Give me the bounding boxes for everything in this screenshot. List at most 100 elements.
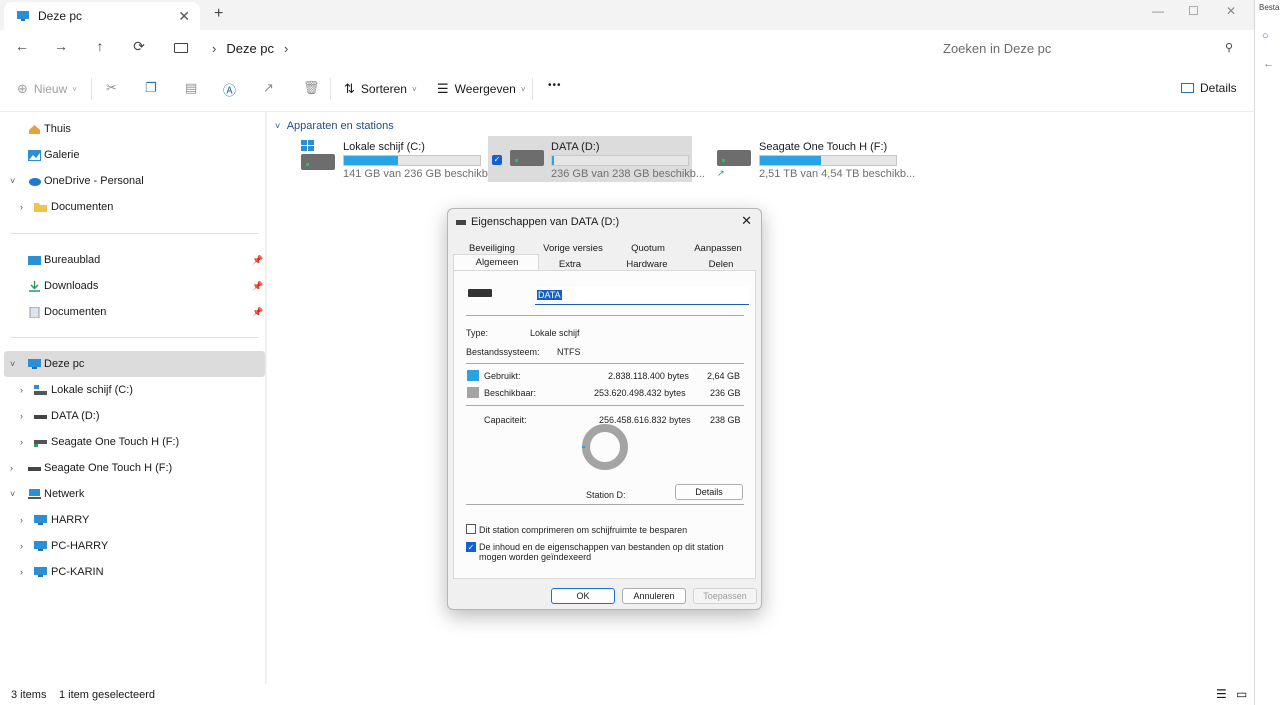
sidebar-item-label: Documenten <box>44 306 107 318</box>
chevron-down-icon[interactable]: ˅ <box>10 176 15 186</box>
divider <box>466 405 744 406</box>
index-checkbox[interactable]: ✓ <box>466 542 476 552</box>
pin-icon[interactable]: 📌 <box>252 255 263 266</box>
divider <box>10 337 258 338</box>
paste-icon[interactable]: ▤ <box>185 80 197 96</box>
station-label: Station D: <box>586 490 626 500</box>
sidebar-item-lokale-schijf-c[interactable]: › Lokale schijf (C:) <box>0 377 266 403</box>
tiles-view-icon[interactable]: ▭ <box>1236 687 1247 701</box>
tab-aanpassen[interactable]: Aanpassen <box>682 243 754 254</box>
drive-tile-d[interactable]: ✓ DATA (D:) 236 GB van 238 GB beschikb..… <box>488 136 705 182</box>
tab-vorige-versies[interactable]: Vorige versies <box>534 243 612 254</box>
sidebar-item-harry[interactable]: › HARRY <box>0 507 266 533</box>
tab-close-icon[interactable]: ✕ <box>178 8 190 25</box>
forward-button[interactable]: → <box>51 38 71 54</box>
group-header[interactable]: ˅ Apparaten en stations <box>275 120 394 132</box>
tab-quotum[interactable]: Quotum <box>616 243 680 254</box>
maximize-button[interactable]: ☐ <box>1188 4 1199 18</box>
pin-icon[interactable]: 📌 <box>252 307 263 318</box>
chevron-right-icon[interactable]: › <box>20 541 23 551</box>
refresh-button[interactable]: ⟳ <box>129 38 149 55</box>
disk-details-button[interactable]: Details <box>675 484 743 500</box>
sidebar-item-deze-pc[interactable]: ˅ Deze pc <box>4 351 265 377</box>
download-icon <box>29 280 40 292</box>
sidebar-item-onedrive-documenten[interactable]: › Documenten <box>0 194 266 220</box>
drive-name-field[interactable]: DATA <box>535 287 749 305</box>
shortcut-arrow-icon: ↗ <box>717 168 725 178</box>
chevron-down-icon: ˅ <box>72 84 77 94</box>
new-tab-button[interactable]: + <box>214 5 223 23</box>
tab-delen[interactable]: Delen <box>688 259 754 270</box>
address-bar[interactable]: › Deze pc › <box>166 34 924 62</box>
sidebar-item-documenten[interactable]: Documenten 📌 <box>0 299 266 325</box>
dialog-title-text: Eigenschappen van DATA (D:) <box>471 216 620 228</box>
tab-beveiliging[interactable]: Beveiliging <box>456 243 528 254</box>
pin-icon[interactable]: 📌 <box>252 281 263 292</box>
chevron-right-icon[interactable]: › <box>20 385 23 395</box>
drive-tile-c[interactable]: Lokale schijf (C:) 141 GB van 236 GB bes… <box>299 136 497 182</box>
details-view-icon[interactable]: ☰ <box>1216 687 1227 701</box>
new-button[interactable]: ⊕ Nieuw ˅ <box>17 81 77 97</box>
dialog-close-button[interactable]: ✕ <box>741 213 752 229</box>
sidebar-item-downloads[interactable]: Downloads 📌 <box>0 273 266 299</box>
details-pane-button[interactable]: Details <box>1181 81 1237 95</box>
chevron-right-icon[interactable]: › <box>20 567 23 577</box>
free-size: 236 GB <box>710 388 741 398</box>
sort-button[interactable]: ⇅ Sorteren ˅ <box>344 81 417 97</box>
sidebar-item-netwerk[interactable]: ˅ Netwerk <box>0 481 266 507</box>
window-tab[interactable]: Deze pc ✕ <box>4 2 200 30</box>
back-button[interactable]: ← <box>12 38 32 54</box>
apply-button[interactable]: Toepassen <box>693 588 757 604</box>
chevron-right-icon[interactable]: › <box>284 41 288 56</box>
up-button[interactable]: ↑ <box>90 38 110 54</box>
ok-button[interactable]: OK <box>551 588 615 604</box>
rename-icon[interactable]: Ⓐ <box>223 80 236 99</box>
chevron-right-icon[interactable]: › <box>10 463 13 473</box>
background-window-text: Bestan <box>1259 3 1280 12</box>
sidebar-item-label: Deze pc <box>44 358 85 370</box>
sidebar-item-data-d[interactable]: › DATA (D:) <box>0 403 266 429</box>
sidebar-item-seagate-f[interactable]: › Seagate One Touch H (F:) <box>0 429 266 455</box>
breadcrumb-deze-pc[interactable]: Deze pc <box>226 41 274 56</box>
sidebar-item-thuis[interactable]: Thuis <box>0 116 266 142</box>
computer-icon <box>34 566 47 577</box>
sidebar-item-label: Thuis <box>44 123 71 135</box>
chevron-right-icon[interactable]: › <box>212 41 216 56</box>
chevron-down-icon[interactable]: ˅ <box>10 359 15 369</box>
sidebar-item-onedrive[interactable]: ˅ OneDrive - Personal <box>0 168 266 194</box>
compress-checkbox[interactable] <box>466 524 476 534</box>
sidebar-item-label: HARRY <box>51 514 90 526</box>
chevron-down-icon[interactable]: ˅ <box>10 489 15 499</box>
sidebar-item-galerie[interactable]: Galerie <box>0 142 266 168</box>
sidebar-item-pc-harry[interactable]: › PC-HARRY <box>0 533 266 559</box>
chevron-right-icon[interactable]: › <box>20 411 23 421</box>
tab-algemeen[interactable]: Algemeen <box>456 257 538 268</box>
close-window-button[interactable]: ✕ <box>1226 4 1236 18</box>
cancel-button[interactable]: Annuleren <box>622 588 686 604</box>
delete-icon[interactable]: 🗑 <box>303 80 320 96</box>
search-icon[interactable]: ⚲ <box>1225 41 1233 54</box>
checkbox-checked-icon[interactable]: ✓ <box>492 155 502 165</box>
more-options-button[interactable]: ••• <box>548 80 562 91</box>
sidebar-item-label: DATA (D:) <box>51 410 100 422</box>
sidebar-item-label: Seagate One Touch H (F:) <box>44 462 173 474</box>
divider <box>466 363 744 364</box>
tab-extra[interactable]: Extra <box>540 259 600 270</box>
tab-hardware[interactable]: Hardware <box>606 259 688 270</box>
copy-icon[interactable]: ❐ <box>145 80 157 96</box>
gallery-icon <box>28 149 41 161</box>
share-icon[interactable]: ↗ <box>263 80 274 96</box>
drive-icon <box>28 466 41 471</box>
drive-tile-f[interactable]: ↗ Seagate One Touch H (F:) 2,51 TB van 4… <box>707 136 915 182</box>
desktop-icon <box>28 255 41 265</box>
chevron-right-icon[interactable]: › <box>20 437 23 447</box>
chevron-right-icon[interactable]: › <box>20 515 23 525</box>
sidebar-item-bureaublad[interactable]: Bureaublad 📌 <box>0 247 266 273</box>
sidebar-item-pc-karin[interactable]: › PC-KARIN <box>0 559 266 585</box>
search-input[interactable]: Zoeken in Deze pc ⚲ <box>933 34 1245 62</box>
minimize-button[interactable]: — <box>1152 4 1164 18</box>
chevron-right-icon[interactable]: › <box>20 202 23 212</box>
sidebar-item-seagate-f-root[interactable]: › Seagate One Touch H (F:) <box>0 455 266 481</box>
view-button[interactable]: ☰ Weergeven ˅ <box>437 81 525 97</box>
cut-icon[interactable]: ✂ <box>106 80 117 96</box>
